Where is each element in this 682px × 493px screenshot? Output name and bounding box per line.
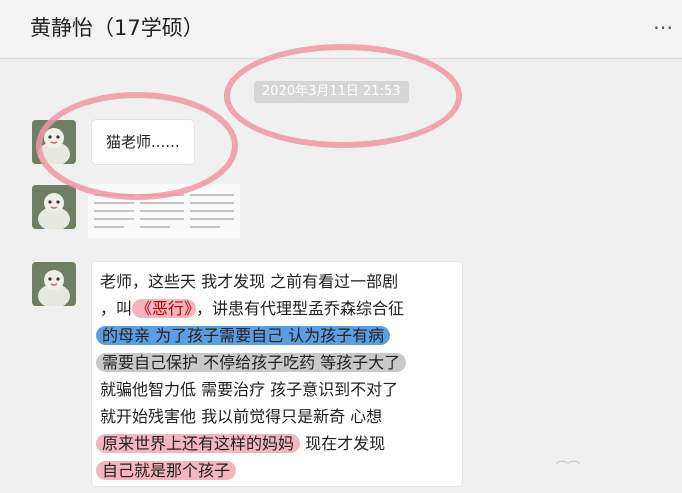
message-line: 就骗他智力低 需要治疗 孩子意识到不对了 [100, 380, 399, 399]
message-line: 的母亲 为了孩子需要自己 认为孩子有病 [96, 322, 391, 350]
highlight-blue: 的母亲 为了孩子需要自己 认为孩子有病 [96, 326, 391, 345]
message-text: ，讲患有代理型孟乔森综合征 [196, 299, 405, 318]
message-line: 原来世界上还有这样的妈妈 现在才发现 [96, 430, 386, 458]
highlight-gray: 需要自己保护 不停给孩子吃药 等孩子大了 [96, 353, 407, 372]
message-bubble[interactable]: 老师，这些天 我才发现 之前有看过一部剧 ，叫 《恶行》 ，讲患有代理型孟乔森综合征… [92, 262, 462, 486]
message-line: 自己就是那个孩子 [96, 457, 237, 485]
message-line: 需要自己保护 不停给孩子吃药 等孩子大了 [96, 349, 407, 377]
chat-title: 黄静怡（17学硕） [30, 16, 204, 40]
message-timestamp: 2020年3月11日 21:53 [254, 81, 409, 103]
highlight-pink: 《恶行》 [132, 299, 197, 318]
avatar[interactable] [32, 185, 76, 229]
highlight-pink: 原来世界上还有这样的妈妈 [96, 434, 301, 453]
message-text: 猫老师...... [106, 133, 180, 151]
message-line: 就开始残害他 我以前觉得只是新奇 心想 [100, 407, 383, 426]
image-message[interactable] [88, 184, 240, 238]
chat-header: 黄静怡（17学硕） ⋯ [0, 0, 682, 59]
message-text: 现在才发现 [300, 434, 386, 453]
watermark-icon: ⌒⌒ [555, 460, 580, 474]
more-dots-icon[interactable]: ⋯ [648, 14, 678, 40]
highlight-pink: 自己就是那个孩子 [96, 461, 237, 480]
avatar[interactable] [32, 262, 76, 306]
message-line: ，叫 《恶行》 ，讲患有代理型孟乔森综合征 [100, 295, 404, 323]
message-bubble[interactable]: 猫老师...... [92, 120, 194, 164]
avatar[interactable] [32, 120, 76, 164]
message-line: 老师，这些天 我才发现 之前有看过一部剧 [100, 272, 399, 291]
message-text: ，叫 [100, 299, 133, 318]
